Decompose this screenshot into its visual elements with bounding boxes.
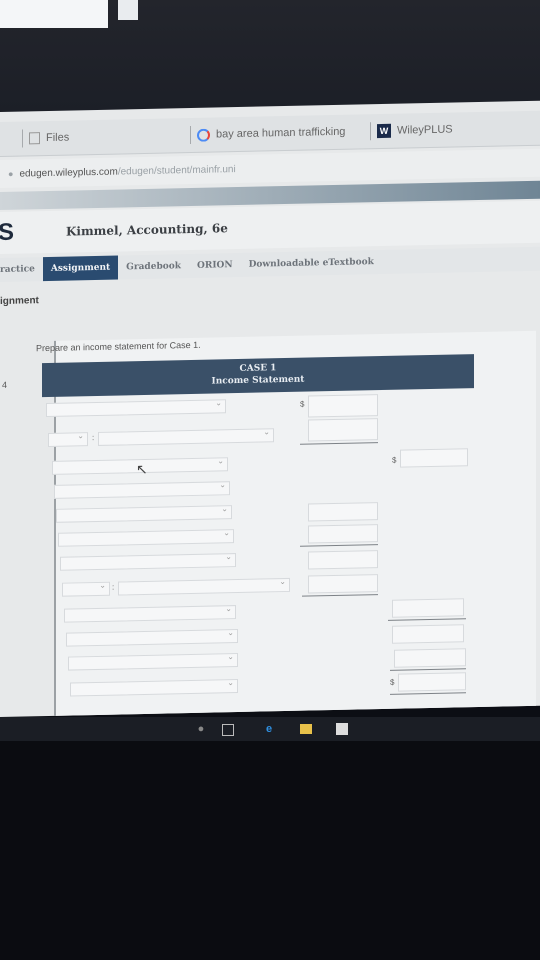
file-icon	[29, 132, 40, 145]
amount-input[interactable]	[308, 574, 378, 594]
currency-symbol: $	[390, 677, 395, 687]
amount-input[interactable]	[308, 524, 378, 544]
mouse-cursor-icon: ↖	[136, 460, 148, 478]
amount-input[interactable]	[308, 418, 378, 442]
amount-input[interactable]	[308, 394, 378, 418]
page-heading: ignment	[0, 295, 39, 307]
wiley-icon: W	[377, 123, 391, 139]
nav-assignment[interactable]: Assignment	[42, 255, 119, 282]
windows-taskbar: ● e	[0, 717, 540, 741]
amount-input[interactable]	[394, 648, 466, 668]
nav-practice[interactable]: ractice	[0, 257, 43, 282]
lock-icon: ●	[8, 168, 14, 179]
tab-separator	[370, 122, 371, 141]
store-icon[interactable]	[336, 723, 348, 735]
app-header: S Kimmel, Accounting, 6e	[0, 200, 540, 254]
amount-input[interactable]	[308, 550, 378, 570]
screen-glare-small	[118, 0, 138, 20]
tab-google-search[interactable]: bay area human trafficking	[190, 121, 345, 146]
task-view-icon[interactable]	[222, 724, 234, 736]
tab-separator	[190, 125, 191, 145]
google-icon	[197, 128, 210, 142]
amount-input[interactable]	[400, 448, 468, 468]
section-type-select[interactable]	[48, 432, 88, 447]
url-domain: edugen.wileyplus.com	[19, 166, 118, 180]
tab-label: bay area human trafficking	[216, 125, 346, 141]
currency-symbol: $	[300, 399, 305, 409]
amount-input[interactable]	[392, 624, 464, 644]
amount-input[interactable]	[308, 502, 378, 522]
amount-input[interactable]	[392, 598, 464, 618]
book-title: Kimmel, Accounting, 6e	[66, 221, 228, 239]
file-explorer-icon[interactable]	[300, 724, 312, 734]
url-path: /edugen/student/mainfr.uni	[117, 163, 236, 178]
tab-label: Files	[46, 131, 70, 145]
microphone-icon[interactable]: ●	[194, 722, 208, 736]
wileyplus-logo[interactable]: S	[0, 218, 58, 247]
tab-files[interactable]: Files	[22, 127, 69, 150]
tab-separator	[22, 129, 23, 148]
nav-gradebook[interactable]: Gradebook	[118, 254, 189, 279]
tab-label: WileyPLUS	[397, 123, 453, 137]
screen-glare	[0, 0, 108, 28]
browser-screen: Files bay area human trafficking W Wiley…	[0, 100, 540, 718]
colon-label: :	[112, 582, 115, 592]
nav-etextbook[interactable]: Downloadable eTextbook	[241, 250, 382, 277]
colon-label: :	[92, 433, 95, 443]
net-income-input[interactable]	[398, 672, 466, 692]
section-type-select[interactable]	[62, 581, 110, 597]
question-number: 4	[2, 379, 8, 390]
tab-wileyplus[interactable]: W WileyPLUS	[370, 119, 453, 143]
monitor-bezel-bottom	[0, 741, 540, 960]
nav-orion[interactable]: ORION	[189, 253, 241, 278]
currency-symbol: $	[392, 455, 397, 465]
edge-browser-icon[interactable]: e	[262, 722, 276, 736]
